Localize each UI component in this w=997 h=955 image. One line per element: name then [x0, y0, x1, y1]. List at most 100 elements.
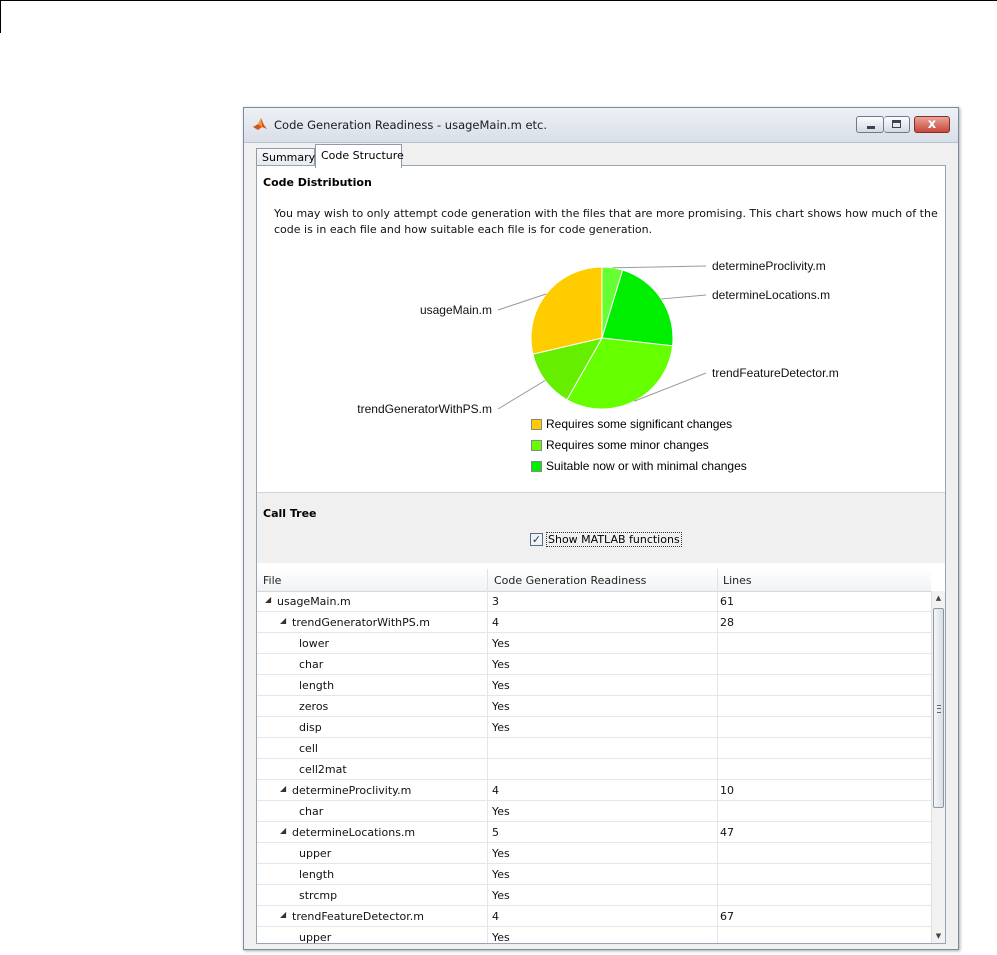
table-row[interactable]: ◢ trendGeneratorWithPS.m 4 28 — [257, 612, 931, 633]
readiness-cell: Yes — [492, 700, 510, 713]
column-divider — [717, 696, 718, 717]
column-header-readiness[interactable]: Code Generation Readiness — [494, 574, 646, 587]
legend-label: Requires some significant changes — [546, 417, 733, 431]
slice-label: usageMain.m — [420, 303, 492, 317]
page-left-rule — [0, 0, 1, 33]
column-divider — [717, 675, 718, 696]
call-tree-table: File Code Generation Readiness Lines ◢ us… — [257, 569, 945, 943]
column-divider — [487, 675, 488, 696]
table-body: ◢ usageMain.m 3 61 ◢ trendGeneratorWithPS.m 4 2… — [257, 591, 931, 943]
readiness-cell: Yes — [492, 679, 510, 692]
expand-toggle-icon[interactable]: ◢ — [280, 910, 286, 919]
readiness-cell: 4 — [492, 784, 499, 797]
slice-leader-line — [497, 380, 546, 410]
column-divider — [717, 612, 718, 633]
table-row[interactable]: ◢ usageMain.m 3 61 — [257, 591, 931, 612]
lines-cell: 61 — [720, 595, 734, 608]
table-row[interactable]: cell — [257, 738, 931, 759]
table-row[interactable]: length Yes — [257, 864, 931, 885]
readiness-cell: Yes — [492, 889, 510, 902]
readiness-cell: Yes — [492, 721, 510, 734]
scroll-up-icon[interactable]: ▲ — [932, 591, 945, 605]
lines-cell: 47 — [720, 826, 734, 839]
expand-toggle-icon[interactable]: ◢ — [265, 595, 271, 604]
readiness-cell: Yes — [492, 847, 510, 860]
file-name-cell: char — [299, 805, 324, 818]
show-matlab-functions-label[interactable]: Show MATLAB functions — [546, 532, 682, 547]
file-name-cell: cell — [299, 742, 318, 755]
readiness-cell: Yes — [492, 637, 510, 650]
table-row[interactable]: char Yes — [257, 654, 931, 675]
expand-toggle-icon[interactable]: ◢ — [280, 826, 286, 835]
slice-label: trendGeneratorWithPS.m — [357, 402, 492, 416]
column-divider — [717, 738, 718, 759]
legend-swatch — [531, 440, 542, 451]
table-row[interactable]: zeros Yes — [257, 696, 931, 717]
call-tree-header — [257, 493, 945, 563]
column-divider — [487, 738, 488, 759]
readiness-window: Code Generation Readiness - usageMain.m … — [243, 107, 959, 950]
column-divider — [487, 759, 488, 780]
close-button[interactable]: x — [914, 116, 950, 133]
readiness-cell: Yes — [492, 868, 510, 881]
minimize-icon — [867, 126, 875, 129]
column-divider — [487, 780, 488, 801]
table-row[interactable]: length Yes — [257, 675, 931, 696]
file-name-cell: zeros — [299, 700, 329, 713]
code-structure-panel: Code Distribution You may wish to only a… — [256, 165, 946, 944]
file-name-cell: char — [299, 658, 324, 671]
slice-leader-line — [661, 294, 707, 300]
lines-cell: 28 — [720, 616, 734, 629]
table-row[interactable]: disp Yes — [257, 717, 931, 738]
expand-toggle-icon[interactable]: ◢ — [280, 784, 286, 793]
column-divider — [487, 696, 488, 717]
file-name-cell: disp — [299, 721, 322, 734]
page-top-rule — [0, 0, 997, 1]
tab-code-structure[interactable]: Code Structure — [315, 144, 404, 168]
table-row[interactable]: ◢ determineProclivity.m 4 10 — [257, 780, 931, 801]
table-row[interactable]: lower Yes — [257, 633, 931, 654]
readiness-cell: 4 — [492, 910, 499, 923]
table-row[interactable]: ◢ determineLocations.m 5 47 — [257, 822, 931, 843]
pie-chart: determineProclivity.m determineLocations.… — [357, 259, 838, 416]
column-divider — [717, 906, 718, 927]
table-row[interactable]: upper Yes — [257, 927, 931, 943]
column-divider — [717, 780, 718, 801]
vertical-scrollbar[interactable]: ▲ ▼ — [931, 591, 945, 943]
file-name-cell: trendGeneratorWithPS.m — [292, 616, 430, 629]
legend-label: Requires some minor changes — [546, 438, 709, 452]
column-header-lines[interactable]: Lines — [723, 574, 752, 587]
minimize-button[interactable] — [856, 116, 884, 133]
readiness-cell: 4 — [492, 616, 499, 629]
column-separator[interactable] — [717, 569, 718, 591]
file-name-cell: cell2mat — [299, 763, 347, 776]
legend-swatch — [531, 461, 542, 472]
column-divider — [487, 927, 488, 943]
table-row[interactable]: upper Yes — [257, 843, 931, 864]
table-row[interactable]: ◢ trendFeatureDetector.m 4 67 — [257, 906, 931, 927]
maximize-button[interactable] — [884, 116, 910, 133]
code-distribution-chart: determineProclivity.m determineLocations.… — [257, 256, 947, 496]
column-divider — [717, 654, 718, 675]
file-name-cell: usageMain.m — [277, 595, 351, 608]
column-separator[interactable] — [487, 569, 488, 591]
readiness-cell: 3 — [492, 595, 499, 608]
slice-leader-line — [612, 265, 707, 269]
file-name-cell: upper — [299, 847, 332, 860]
column-header-file[interactable]: File — [263, 574, 281, 587]
scroll-down-icon[interactable]: ▼ — [932, 929, 945, 943]
scroll-thumb[interactable] — [933, 608, 944, 808]
close-icon: x — [927, 117, 937, 132]
file-name-cell: determineLocations.m — [292, 826, 416, 839]
show-matlab-functions-checkbox[interactable]: ✓ — [530, 533, 543, 546]
column-divider — [717, 864, 718, 885]
column-divider — [717, 843, 718, 864]
expand-toggle-icon[interactable]: ◢ — [280, 616, 286, 625]
table-row[interactable]: char Yes — [257, 801, 931, 822]
title-bar[interactable]: Code Generation Readiness - usageMain.m … — [244, 108, 958, 143]
table-row[interactable]: strcmp Yes — [257, 885, 931, 906]
matlab-logo-icon — [253, 118, 267, 130]
table-row[interactable]: cell2mat — [257, 759, 931, 780]
file-name-cell: determineProclivity.m — [292, 784, 412, 797]
readiness-cell: Yes — [492, 805, 510, 818]
